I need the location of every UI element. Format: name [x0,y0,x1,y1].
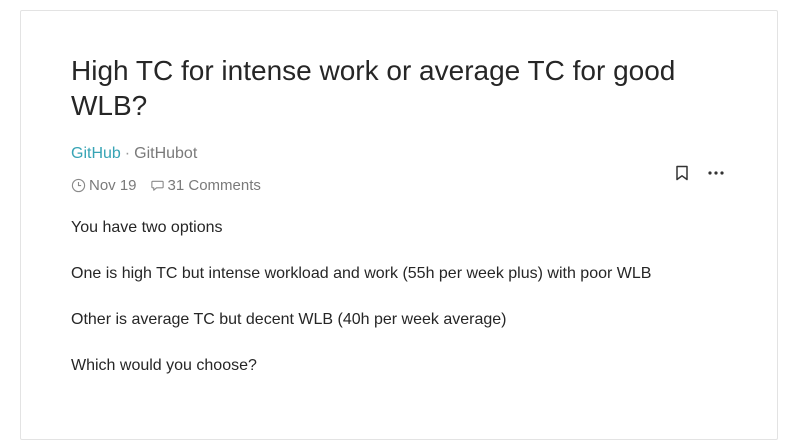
comment-bubble-icon [150,178,165,193]
more-horizontal-icon[interactable] [707,165,725,181]
separator: · [124,145,131,162]
post-paragraph: Other is average TC but decent WLB (40h … [71,311,507,328]
post-paragraph: You have two options [71,219,223,236]
post-paragraph: Which would you choose? [71,357,257,374]
post-title: High TC for intense work or average TC f… [71,55,676,121]
author-name[interactable]: GitHubot [134,145,197,162]
company-link[interactable]: GitHub [71,145,121,162]
post-body: You have two options One is high TC but … [71,219,751,403]
post-paragraph: One is high TC but intense workload and … [71,265,652,282]
post-actions [675,165,725,181]
clock-icon [71,178,86,193]
bookmark-icon[interactable] [675,165,689,181]
comments-count[interactable]: 31 Comments [168,177,261,194]
author-line: GitHub · GitHubot [71,145,197,163]
post-card: High TC for intense work or average TC f… [20,10,778,440]
post-meta: Nov 19 31 Comments [71,177,261,194]
post-date: Nov 19 [89,177,137,194]
